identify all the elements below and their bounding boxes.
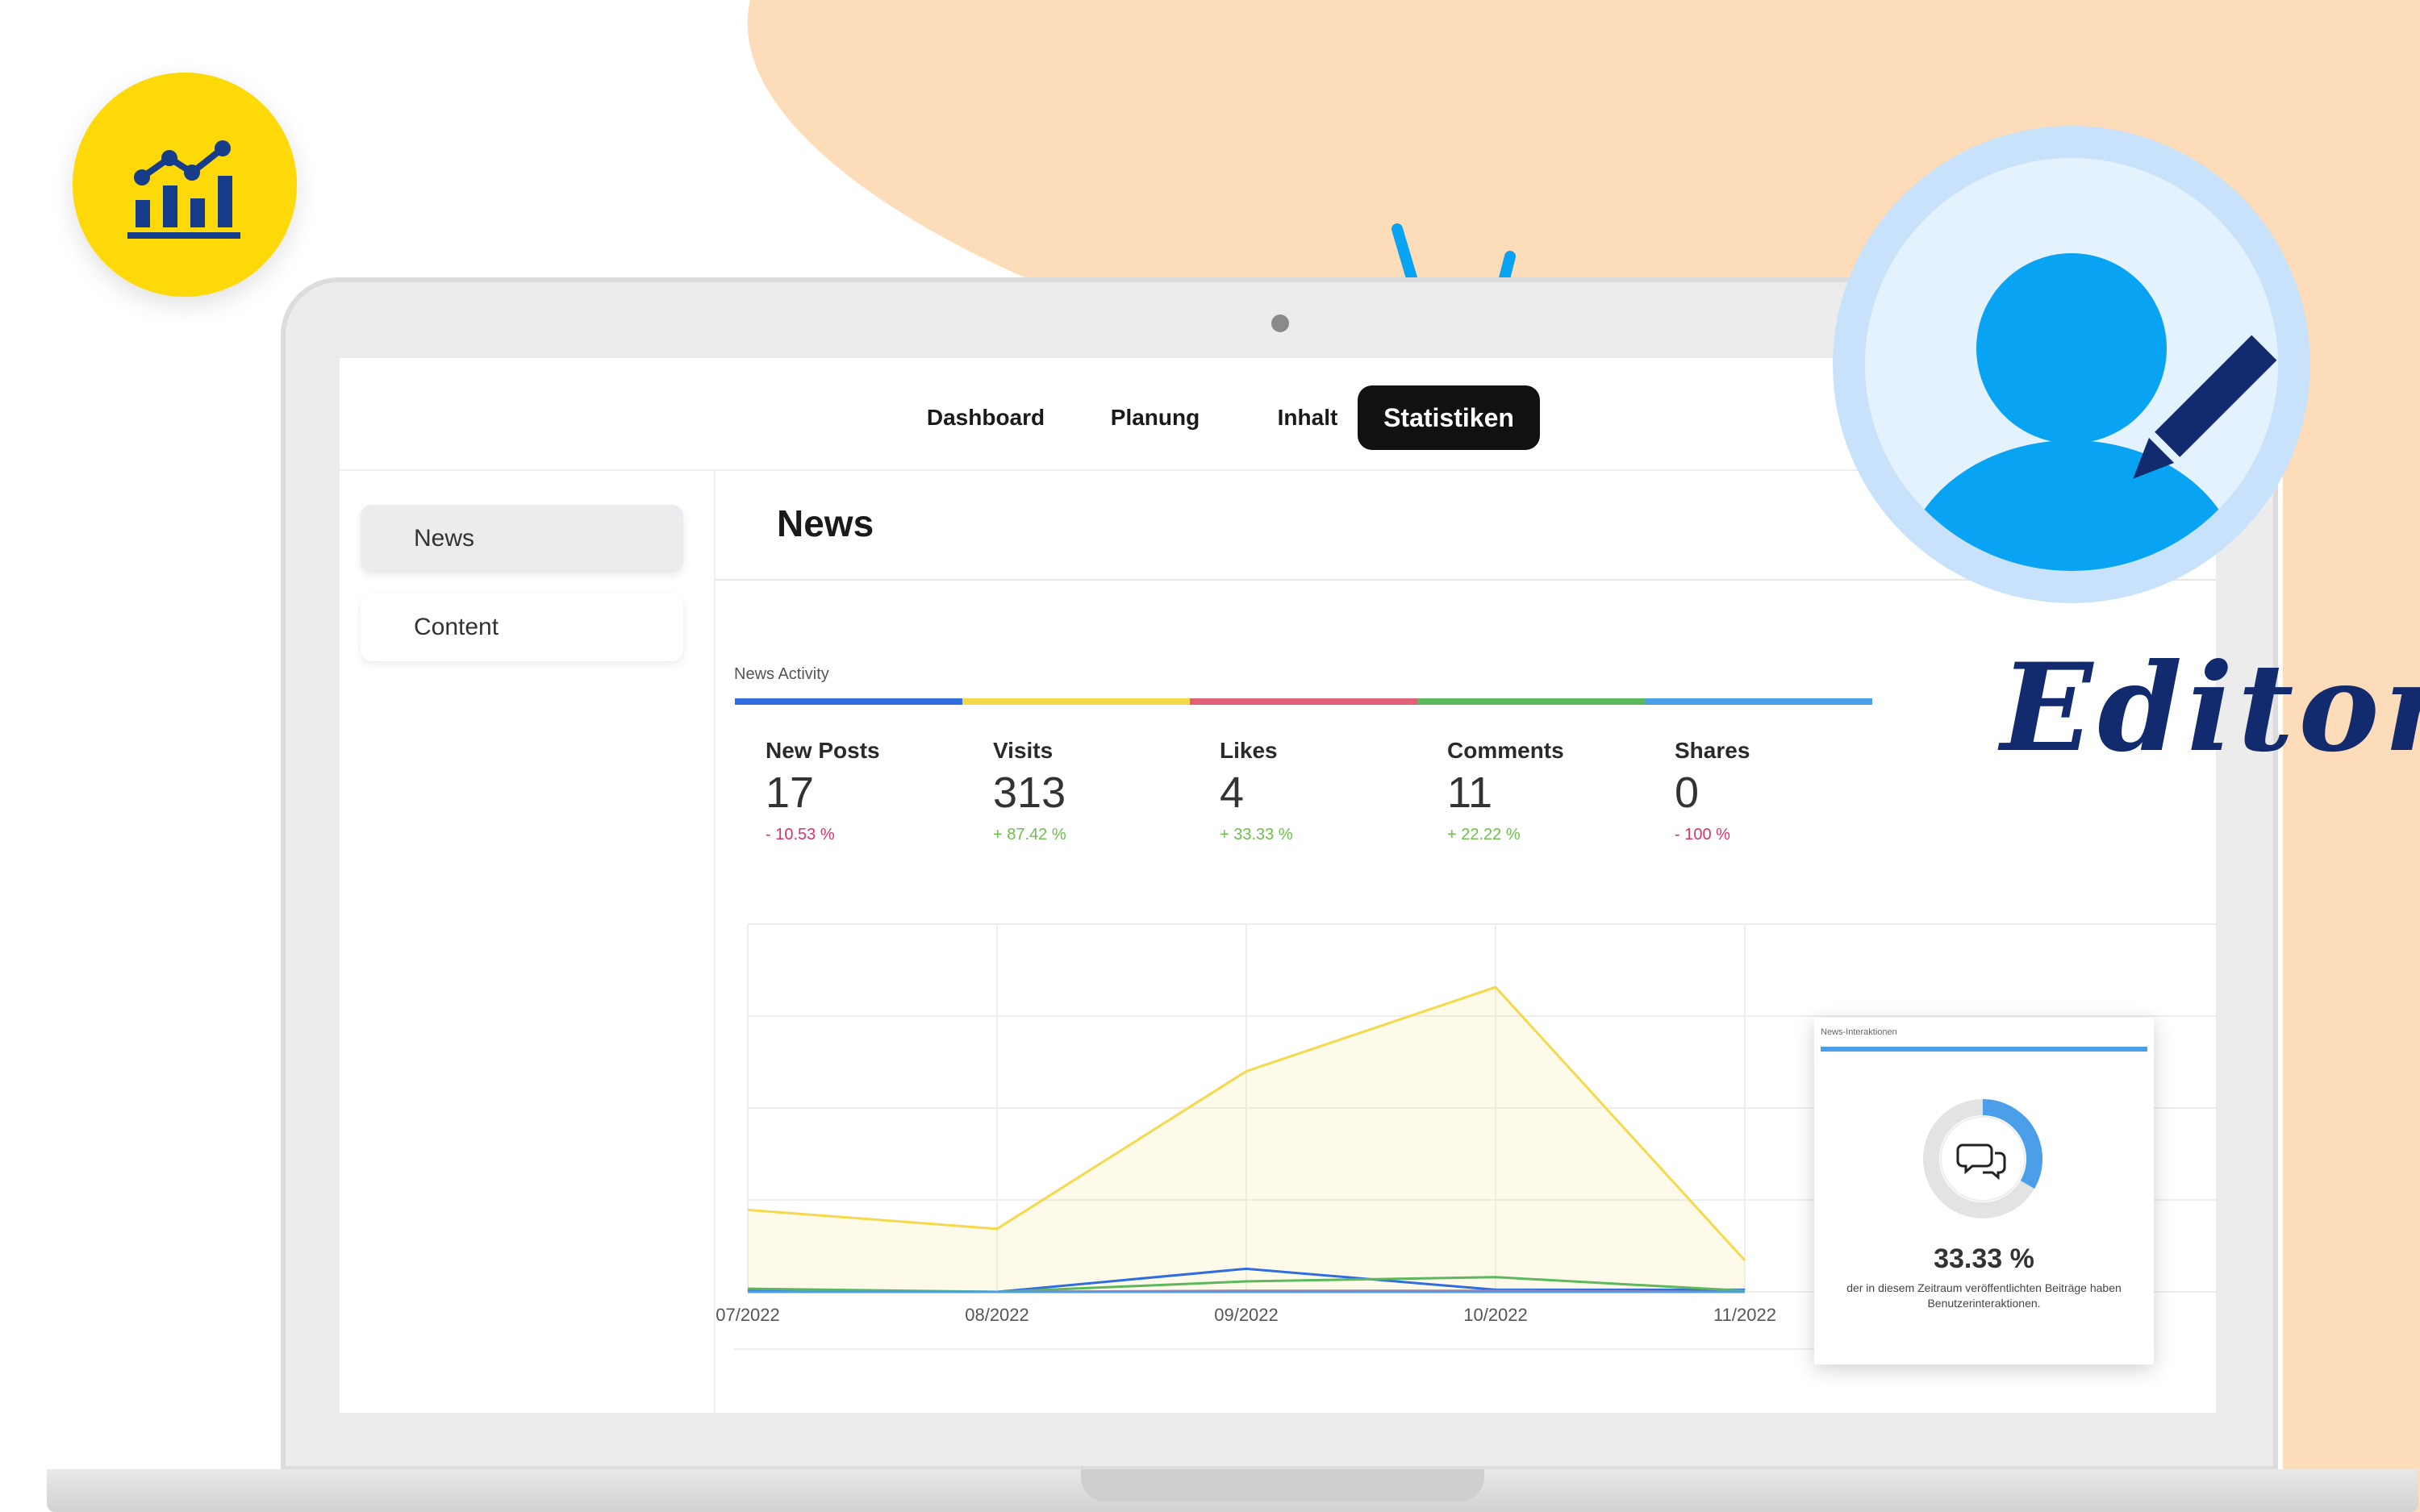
nav-statistiken[interactable]: Statistiken — [1358, 385, 1540, 450]
colorbar-new-posts — [735, 698, 962, 705]
colorbar-shares — [1645, 698, 1872, 705]
x-tick-label: 08/2022 — [965, 1305, 1029, 1325]
chart-bottom-border — [734, 1348, 1944, 1350]
stat-label: Likes — [1220, 738, 1278, 763]
stat-value: 11 — [1447, 768, 1493, 817]
editor-avatar-icon — [1833, 126, 2310, 603]
stat-shares: Shares 0 - 100 % — [1675, 737, 1884, 844]
stat-delta: + 22.22 % — [1447, 826, 1521, 843]
card-description: der in diesem Zeitraum veröffentlichten … — [1846, 1281, 2122, 1310]
sidebar-item-news[interactable]: News — [361, 505, 683, 573]
stat-label: Visits — [993, 738, 1054, 763]
x-tick-label: 10/2022 — [1463, 1305, 1528, 1325]
colorbar-comments — [1417, 698, 1645, 705]
stat-label: Comments — [1447, 738, 1564, 763]
nav-dashboard[interactable]: Dashboard — [925, 385, 1046, 450]
stat-new-posts: New Posts 17 - 10.53 % — [766, 737, 975, 844]
card-colorbar — [1821, 1047, 2147, 1052]
interactions-ring — [1923, 1099, 2042, 1218]
card-title: News-Interaktionen — [1821, 1027, 1897, 1037]
stat-value: 313 — [993, 768, 1066, 817]
camera-dot — [1271, 314, 1289, 332]
stat-delta: + 33.33 % — [1220, 826, 1293, 843]
activity-label: News Activity — [734, 665, 829, 683]
x-tick-label: 07/2022 — [716, 1305, 780, 1325]
stat-delta: - 10.53 % — [766, 826, 835, 843]
x-tick-label: 11/2022 — [1713, 1305, 1776, 1325]
stat-value: 4 — [1220, 768, 1245, 817]
chart-badge-icon — [73, 73, 297, 297]
x-tick-label: 09/2022 — [1214, 1305, 1279, 1325]
colorbar-likes — [1190, 698, 1417, 705]
stat-delta: - 100 % — [1675, 826, 1730, 843]
stat-likes: Likes 4 + 33.33 % — [1220, 737, 1429, 844]
stat-delta: + 87.42 % — [993, 826, 1066, 843]
laptop-notch — [1081, 1469, 1484, 1502]
nav-planung[interactable]: Planung — [1103, 385, 1208, 450]
page-title: News — [777, 502, 874, 544]
nav-inhalt[interactable]: Inhalt — [1259, 385, 1356, 450]
stat-value: 17 — [766, 768, 815, 817]
sidebar: News Content — [340, 469, 716, 1413]
stat-visits: Visits 313 + 87.42 % — [993, 737, 1203, 844]
stat-comments: Comments 11 + 22.22 % — [1447, 737, 1657, 844]
stat-label: Shares — [1675, 738, 1750, 763]
sidebar-item-content[interactable]: Content — [361, 594, 683, 661]
editor-label: Editor — [2001, 637, 2420, 779]
stat-label: New Posts — [766, 738, 880, 763]
news-interactions-card: News-Interaktionen 33.33 % der in diesem… — [1814, 1018, 2154, 1364]
stat-value: 0 — [1675, 768, 1700, 817]
card-value: 33.33 % — [1934, 1243, 2034, 1274]
colorbar-visits — [962, 698, 1190, 705]
